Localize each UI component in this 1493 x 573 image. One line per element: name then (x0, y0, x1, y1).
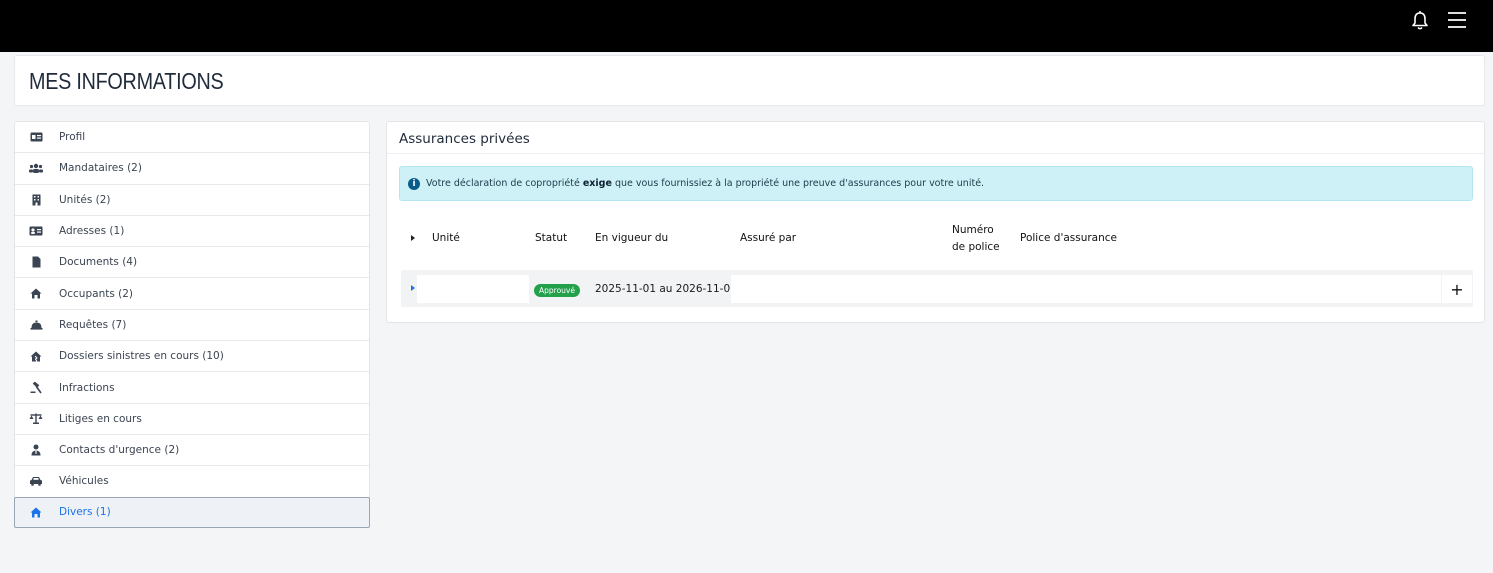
sidebar-item-mandataires[interactable]: Mandataires (2) (15, 153, 369, 185)
sidebar-item-label: Requêtes (7) (59, 318, 127, 331)
info-alert: i Votre déclaration de copropriété exige… (399, 166, 1473, 201)
gavel-icon (29, 381, 43, 394)
sidebar-item-label: Infractions (59, 381, 115, 394)
sidebar-item-label: Dossiers sinistres en cours (10) (59, 350, 224, 363)
sidebar-item-infractions[interactable]: Infractions (15, 372, 369, 404)
column-header-numero-police: Numéro (952, 224, 994, 236)
hamburger-menu-icon[interactable] (1447, 11, 1467, 29)
page-title: MES INFORMATIONS (29, 68, 224, 94)
house-icon (29, 506, 43, 518)
sidebar-item-occupants[interactable]: Occupants (2) (15, 278, 369, 310)
user-tie-icon (29, 444, 43, 456)
info-circle-icon: i (408, 178, 420, 190)
insured-details-cell (731, 275, 1441, 303)
private-insurance-panel: Assurances privées i Votre déclaration d… (386, 121, 1485, 323)
sidebar-item-label: Divers (1) (59, 506, 111, 519)
sidebar-item-vehicules[interactable]: Véhicules (15, 466, 369, 498)
sidebar-item-divers[interactable]: Divers (1) (14, 496, 370, 528)
panel-divider (387, 153, 1484, 154)
top-navbar (0, 0, 1493, 52)
unit-cell (417, 275, 529, 303)
table-row: Approuvé 2025-11-01 au 2026-11-01 + (401, 270, 1473, 307)
page-header: MES INFORMATIONS (14, 55, 1485, 106)
building-icon (29, 194, 43, 206)
sidebar-item-label: Adresses (1) (59, 225, 125, 238)
expand-row-caret-icon[interactable] (411, 285, 415, 291)
sidebar-item-label: Profil (59, 131, 86, 144)
sidebar-item-unites[interactable]: Unités (2) (15, 185, 369, 216)
sidebar-item-profil[interactable]: Profil (15, 122, 369, 154)
sidebar-item-documents[interactable]: Documents (4) (15, 247, 369, 279)
id-card-icon (29, 131, 43, 143)
balance-scale-icon (29, 413, 43, 425)
sidebar-item-label: Litiges en cours (59, 412, 142, 425)
sidebar-item-label: Véhicules (59, 475, 109, 488)
home-icon (29, 288, 43, 300)
sidebar-item-contacts-urgence[interactable]: Contacts d'urgence (2) (15, 435, 369, 467)
status-badge: Approuvé (534, 284, 580, 297)
sidebar-item-dossiers-sinistres[interactable]: Dossiers sinistres en cours (10) (15, 341, 369, 373)
column-header-en-vigueur: En vigueur du (595, 232, 669, 244)
sidebar-item-requetes[interactable]: Requêtes (7) (15, 310, 369, 342)
bell-concierge-icon (29, 319, 43, 331)
sidebar-item-label: Contacts d'urgence (2) (59, 444, 180, 457)
column-header-numero-police-line2: de police (952, 241, 1000, 253)
expand-all-caret-icon[interactable] (411, 235, 415, 241)
sidebar-item-label: Mandataires (2) (59, 162, 142, 175)
sidebar-item-adresses[interactable]: Adresses (1) (15, 216, 369, 248)
column-header-assure-par: Assuré par (740, 232, 797, 244)
sidebar-item-label: Documents (4) (59, 256, 138, 269)
sidebar-item-label: Occupants (2) (59, 287, 134, 300)
alert-text: Votre déclaration de copropriété exige q… (426, 178, 985, 189)
address-card-icon (29, 225, 43, 237)
users-icon (29, 162, 43, 174)
car-icon (29, 475, 43, 487)
add-button[interactable]: + (1442, 275, 1472, 303)
column-header-statut: Statut (535, 232, 568, 244)
house-damage-icon (29, 350, 43, 362)
file-icon (29, 256, 43, 268)
sidebar-item-label: Unités (2) (59, 193, 111, 206)
panel-title: Assurances privées (399, 131, 530, 147)
validity-dates: 2025-11-01 au 2026-11-01 (595, 283, 737, 295)
column-header-unite: Unité (432, 232, 460, 244)
sidebar-item-litiges[interactable]: Litiges en cours (15, 404, 369, 435)
column-header-police-assurance: Police d'assurance (1020, 232, 1118, 244)
bell-icon[interactable] (1410, 10, 1430, 32)
sidebar-menu: Profil Mandataires (2) Unités (2) Adress… (14, 121, 370, 528)
